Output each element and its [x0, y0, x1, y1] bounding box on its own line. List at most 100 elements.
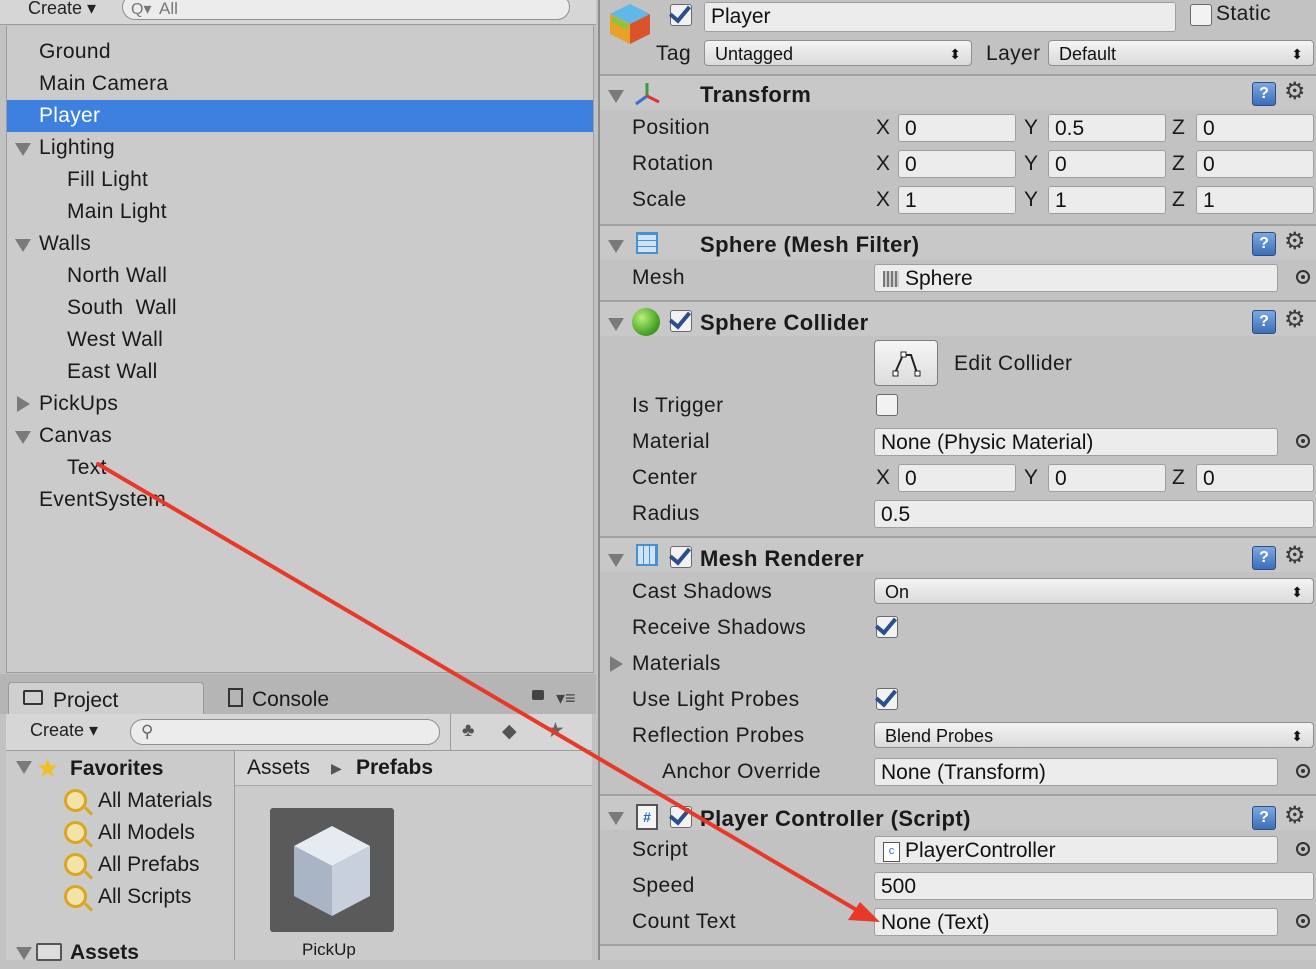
- position-y-field[interactable]: 0.5: [1048, 114, 1166, 142]
- center-z-field[interactable]: 0: [1196, 464, 1314, 492]
- count-text-field[interactable]: None (Text): [874, 908, 1278, 936]
- tag-icon[interactable]: ◆: [502, 720, 517, 743]
- center-y-field[interactable]: 0: [1048, 464, 1166, 492]
- materials-label[interactable]: Materials: [632, 652, 721, 676]
- object-picker-icon[interactable]: [1296, 270, 1310, 284]
- anchor-override-field[interactable]: None (Transform): [874, 758, 1278, 786]
- rotation-z-field[interactable]: 0: [1196, 150, 1314, 178]
- star-icon[interactable]: ★: [546, 718, 565, 743]
- help-icon[interactable]: ?: [1252, 310, 1276, 334]
- sphere-collider-enabled-checkbox[interactable]: [670, 310, 692, 332]
- hierarchy-item-walls[interactable]: Walls: [7, 228, 593, 260]
- help-icon[interactable]: ?: [1252, 82, 1276, 106]
- help-icon[interactable]: ?: [1252, 546, 1276, 570]
- mesh-renderer-enabled-checkbox[interactable]: [670, 546, 692, 568]
- breadcrumb-root[interactable]: Assets: [247, 751, 310, 785]
- mesh-field[interactable]: Sphere: [874, 264, 1278, 292]
- object-picker-icon[interactable]: [1296, 842, 1310, 856]
- tab-console[interactable]: Console: [214, 682, 414, 714]
- radius-field[interactable]: 0.5: [874, 500, 1314, 528]
- gear-icon[interactable]: ⚙: [1284, 804, 1306, 828]
- panel-menu-icon[interactable]: ▾≡: [556, 688, 576, 709]
- fold-arrow-icon[interactable]: [608, 318, 624, 331]
- tag-dropdown[interactable]: Untagged ⬍: [704, 40, 972, 66]
- center-x-field[interactable]: 0: [898, 464, 1016, 492]
- expand-arrow-icon[interactable]: [610, 656, 623, 672]
- help-icon[interactable]: ?: [1252, 232, 1276, 256]
- rotation-x-field[interactable]: 0: [898, 150, 1016, 178]
- speed-field[interactable]: 500: [874, 872, 1314, 900]
- reflection-probes-dropdown[interactable]: Blend Probes ⬍: [874, 722, 1314, 748]
- favorite-item-all-models[interactable]: All Models: [62, 817, 234, 849]
- fold-arrow-icon[interactable]: [608, 554, 624, 567]
- collapse-arrow-icon[interactable]: [17, 396, 30, 412]
- cast-shadows-dropdown[interactable]: On ⬍: [874, 578, 1314, 604]
- hierarchy-item-fill-light[interactable]: Fill Light: [7, 164, 593, 196]
- expand-arrow-icon[interactable]: [15, 431, 31, 444]
- hierarchy-item-lighting[interactable]: Lighting: [7, 132, 593, 164]
- position-z-field[interactable]: 0: [1196, 114, 1314, 142]
- help-icon[interactable]: ?: [1252, 806, 1276, 830]
- search-placeholder: All: [159, 0, 178, 18]
- fold-arrow-icon[interactable]: [608, 812, 624, 825]
- assets-folder-label[interactable]: Assets: [70, 937, 139, 969]
- favorite-item-all-scripts[interactable]: All Scripts: [62, 881, 234, 913]
- gear-icon[interactable]: ⚙: [1284, 80, 1306, 104]
- asset-label-pickup[interactable]: PickUp: [302, 940, 356, 960]
- hierarchy-item-text[interactable]: Text: [7, 452, 593, 484]
- asset-thumbnail-pickup[interactable]: [270, 808, 394, 932]
- expand-arrow-icon[interactable]: [15, 239, 31, 252]
- hierarchy-item-player[interactable]: Player: [7, 100, 593, 132]
- object-picker-icon[interactable]: [1296, 764, 1310, 778]
- receive-shadows-checkbox[interactable]: [876, 616, 898, 638]
- static-checkbox[interactable]: [1190, 4, 1212, 26]
- gear-icon[interactable]: ⚙: [1284, 544, 1306, 568]
- hierarchy-create-button[interactable]: Create ▾: [28, 0, 96, 19]
- position-x-field[interactable]: 0: [898, 114, 1016, 142]
- scale-x-field[interactable]: 1: [898, 186, 1016, 214]
- fold-arrow-icon[interactable]: [608, 240, 624, 253]
- hierarchy-item-canvas[interactable]: Canvas: [7, 420, 593, 452]
- active-checkbox[interactable]: [670, 4, 692, 26]
- hierarchy-item-ground[interactable]: Ground: [7, 36, 593, 68]
- hierarchy-item-main-light[interactable]: Main Light: [7, 196, 593, 228]
- expand-arrow-icon[interactable]: [15, 143, 31, 156]
- gear-icon[interactable]: ⚙: [1284, 308, 1306, 332]
- object-name-field[interactable]: Player: [704, 2, 1176, 32]
- object-picker-icon[interactable]: [1296, 914, 1310, 928]
- hierarchy-item-west-wall[interactable]: West Wall: [7, 324, 593, 356]
- is-trigger-checkbox[interactable]: [876, 394, 898, 416]
- hierarchy-item-north-wall[interactable]: North Wall: [7, 260, 593, 292]
- favorite-item-all-prefabs[interactable]: All Prefabs: [62, 849, 234, 881]
- breadcrumb-current[interactable]: Prefabs: [356, 751, 433, 785]
- transform-title: Transform: [700, 82, 812, 107]
- fold-arrow-icon[interactable]: [608, 90, 624, 103]
- axis-y-label: Y: [1024, 466, 1039, 489]
- script-field[interactable]: c PlayerController: [874, 836, 1278, 864]
- player-controller-enabled-checkbox[interactable]: [670, 806, 692, 828]
- expand-arrow-icon[interactable]: [16, 761, 32, 774]
- favorites-label[interactable]: Favorites: [70, 753, 163, 785]
- project-create-button[interactable]: Create ▾: [30, 720, 98, 741]
- edit-collider-button[interactable]: [874, 340, 938, 386]
- hierarchy-item-east-wall[interactable]: East Wall: [7, 356, 593, 388]
- lock-icon[interactable]: [532, 690, 544, 700]
- rotation-y-field[interactable]: 0: [1048, 150, 1166, 178]
- project-search-input[interactable]: ⚲: [130, 719, 440, 745]
- use-light-probes-checkbox[interactable]: [876, 688, 898, 710]
- favorite-item-all-materials[interactable]: All Materials: [62, 785, 234, 817]
- scale-z-field[interactable]: 1: [1196, 186, 1314, 214]
- scale-y-field[interactable]: 1: [1048, 186, 1166, 214]
- gear-icon[interactable]: ⚙: [1284, 230, 1306, 254]
- hierarchy-item-eventsystem[interactable]: EventSystem: [7, 484, 593, 516]
- object-picker-icon[interactable]: [1296, 434, 1310, 448]
- layer-dropdown[interactable]: Default ⬍: [1048, 40, 1314, 66]
- tab-project[interactable]: Project: [8, 682, 204, 715]
- hierarchy-item-main-camera[interactable]: Main Camera: [7, 68, 593, 100]
- hierarchy-item-south-wall[interactable]: South Wall: [7, 292, 593, 324]
- hierarchy-search-input[interactable]: Q▾ All: [122, 0, 570, 20]
- material-field[interactable]: None (Physic Material): [874, 428, 1278, 456]
- filter-type-icon[interactable]: ♣: [462, 720, 474, 742]
- expand-arrow-icon[interactable]: [16, 947, 32, 960]
- hierarchy-item-pickups[interactable]: PickUps: [7, 388, 593, 420]
